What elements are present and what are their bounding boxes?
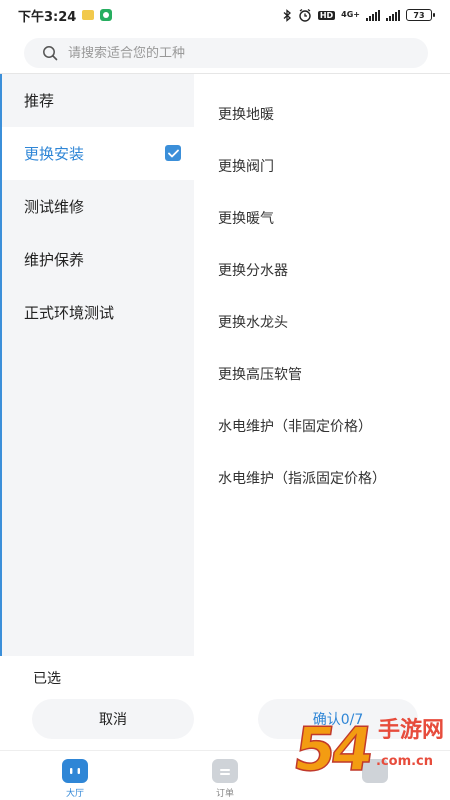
search-input[interactable] <box>68 45 388 61</box>
app-notification-icon <box>100 9 113 21</box>
status-right: HD 4G+ 73 <box>283 8 435 22</box>
service-item[interactable]: 水电维护（非固定价格） <box>218 400 386 452</box>
service-list: 更换地暖 更换阀门 更换暖气 更换分水器 更换水龙头 更换高压软管 水电维护（非… <box>218 88 386 504</box>
network-type: 4G+ <box>341 10 360 19</box>
battery-icon: 73 <box>406 9 435 21</box>
network-indicator: 4G+ <box>341 11 360 19</box>
nav-label: 订单 <box>215 789 234 799</box>
cancel-button[interactable]: 取消 <box>32 699 194 739</box>
hall-icon <box>62 759 88 783</box>
status-left: 下午3:24 <box>18 6 113 25</box>
nav-label: 大厅 <box>65 789 84 799</box>
service-item[interactable]: 更换分水器 <box>218 244 386 296</box>
service-item[interactable]: 更换地暖 <box>218 88 386 140</box>
alarm-icon <box>298 8 312 22</box>
category-label: 推荐 <box>24 92 55 110</box>
category-item-replace-install[interactable]: 更换安装 <box>2 127 194 180</box>
service-item[interactable]: 更换水龙头 <box>218 296 386 348</box>
category-label: 维护保养 <box>24 251 85 269</box>
search-bar[interactable] <box>24 38 428 68</box>
category-sidebar: 推荐 更换安装 测试维修 维护保养 正式环境测试 <box>0 74 194 656</box>
service-list-panel: 更换地暖 更换阀门 更换暖气 更换分水器 更换水龙头 更换高压软管 水电维护（非… <box>194 74 450 656</box>
category-label: 更换安装 <box>24 145 85 163</box>
message-notification-icon <box>82 10 95 20</box>
nav-item-hall[interactable]: 大厅 <box>0 751 150 800</box>
nav-item-orders[interactable]: 订单 <box>150 751 300 800</box>
selected-label: 已选 <box>33 671 61 687</box>
battery-level: 73 <box>413 10 425 20</box>
watermark-brand: 手游网 <box>378 718 445 743</box>
search-icon <box>43 46 58 61</box>
service-item[interactable]: 更换暖气 <box>218 192 386 244</box>
status-time: 下午3:24 <box>18 9 77 25</box>
bluetooth-icon <box>283 8 292 22</box>
category-item-test-repair[interactable]: 测试维修 <box>2 180 194 233</box>
category-label: 正式环境测试 <box>24 304 115 322</box>
hd-icon: HD <box>317 10 336 20</box>
signal-strength-2-icon <box>386 9 400 21</box>
service-item[interactable]: 更换高压软管 <box>218 348 386 400</box>
category-item-recommend[interactable]: 推荐 <box>2 74 194 127</box>
signal-strength-icon <box>366 9 380 21</box>
app-screen: 下午3:24 HD 4G+ 73 请搜索适合您的工种 推荐 更换安装 测试维修 … <box>0 0 450 800</box>
category-item-formal-env-test[interactable]: 正式环境测试 <box>2 286 194 339</box>
site-watermark-logo: 54 手游网 .com.cn <box>288 708 450 800</box>
watermark-domain: .com.cn <box>376 754 434 769</box>
service-item[interactable]: 更换阀门 <box>218 140 386 192</box>
watermark-number: 54 <box>288 714 375 786</box>
clipboard-icon <box>212 759 238 783</box>
category-label: 测试维修 <box>24 198 85 216</box>
service-item[interactable]: 水电维护（指派固定价格） <box>218 452 386 504</box>
category-item-maintenance[interactable]: 维护保养 <box>2 233 194 286</box>
status-bar: 下午3:24 HD 4G+ 73 <box>0 0 450 30</box>
search-area <box>0 30 450 74</box>
checkbox-checked-icon[interactable] <box>165 145 181 161</box>
